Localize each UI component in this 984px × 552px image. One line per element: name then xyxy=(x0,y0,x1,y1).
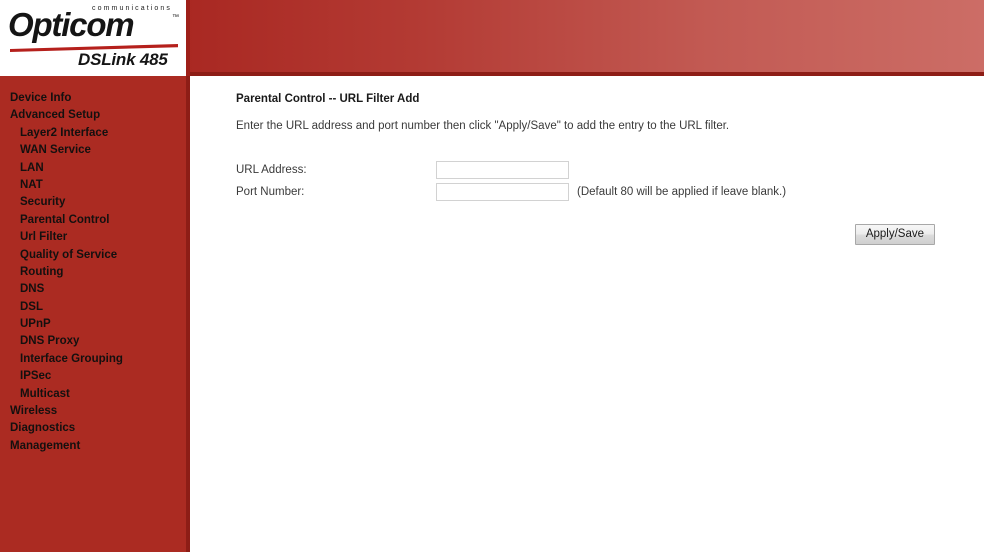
sidebar-item-dns[interactable]: DNS xyxy=(0,281,186,298)
sidebar-item-nat[interactable]: NAT xyxy=(0,177,186,194)
sidebar-item-interface-grouping[interactable]: Interface Grouping xyxy=(0,351,186,368)
sidebar-item-multicast[interactable]: Multicast xyxy=(0,386,186,403)
sidebar-item-routing[interactable]: Routing xyxy=(0,264,186,281)
sidebar-item-wireless[interactable]: Wireless xyxy=(0,403,186,420)
router-admin-page: communications Opticom ™ DSLink 485 Devi… xyxy=(0,0,984,552)
apply-save-button[interactable]: Apply/Save xyxy=(854,224,935,245)
brand-logo: communications Opticom ™ DSLink 485 xyxy=(0,0,190,76)
main-content: Parental Control -- URL Filter Add Enter… xyxy=(194,76,984,552)
page-title: Parental Control -- URL Filter Add xyxy=(236,93,420,105)
sidebar-item-diagnostics[interactable]: Diagnostics xyxy=(0,420,186,437)
port-number-hint: (Default 80 will be applied if leave bla… xyxy=(577,186,787,198)
sidebar-item-security[interactable]: Security xyxy=(0,194,186,211)
brand-trademark-icon: ™ xyxy=(172,14,179,21)
sidebar-item-device-info[interactable]: Device Info xyxy=(0,90,186,107)
form-row-port-number: Port Number: (Default 80 will be applied… xyxy=(236,183,936,203)
brand-name: Opticom xyxy=(8,6,135,43)
port-number-label: Port Number: xyxy=(236,186,305,198)
url-filter-form: URL Address: Port Number: (Default 80 wi… xyxy=(236,161,936,205)
sidebar-item-ipsec[interactable]: IPSec xyxy=(0,368,186,385)
form-actions: Apply/Save xyxy=(236,224,935,245)
sidebar-nav: Device Info Advanced Setup Layer2 Interfac… xyxy=(0,76,190,552)
sidebar-item-management[interactable]: Management xyxy=(0,438,186,455)
sidebar-item-wan-service[interactable]: WAN Service xyxy=(0,142,186,159)
url-address-input[interactable] xyxy=(436,161,569,179)
sidebar-item-url-filter[interactable]: Url Filter xyxy=(0,229,186,246)
sidebar-item-lan[interactable]: LAN xyxy=(0,160,186,177)
sidebar-item-upnp[interactable]: UPnP xyxy=(0,316,186,333)
sidebar-item-dns-proxy[interactable]: DNS Proxy xyxy=(0,333,186,350)
port-number-input[interactable] xyxy=(436,183,569,201)
page-description: Enter the URL address and port number th… xyxy=(236,120,730,132)
sidebar-item-advanced-setup[interactable]: Advanced Setup xyxy=(0,107,186,124)
sidebar-item-dsl[interactable]: DSL xyxy=(0,299,186,316)
sidebar-item-parental-control[interactable]: Parental Control xyxy=(0,212,186,229)
sidebar-item-quality-of-service[interactable]: Quality of Service xyxy=(0,247,186,264)
url-address-label: URL Address: xyxy=(236,164,307,176)
sidebar-item-layer2-interface[interactable]: Layer2 Interface xyxy=(0,125,186,142)
form-row-url-address: URL Address: xyxy=(236,161,936,181)
brand-model: DSLink 485 xyxy=(78,50,168,69)
